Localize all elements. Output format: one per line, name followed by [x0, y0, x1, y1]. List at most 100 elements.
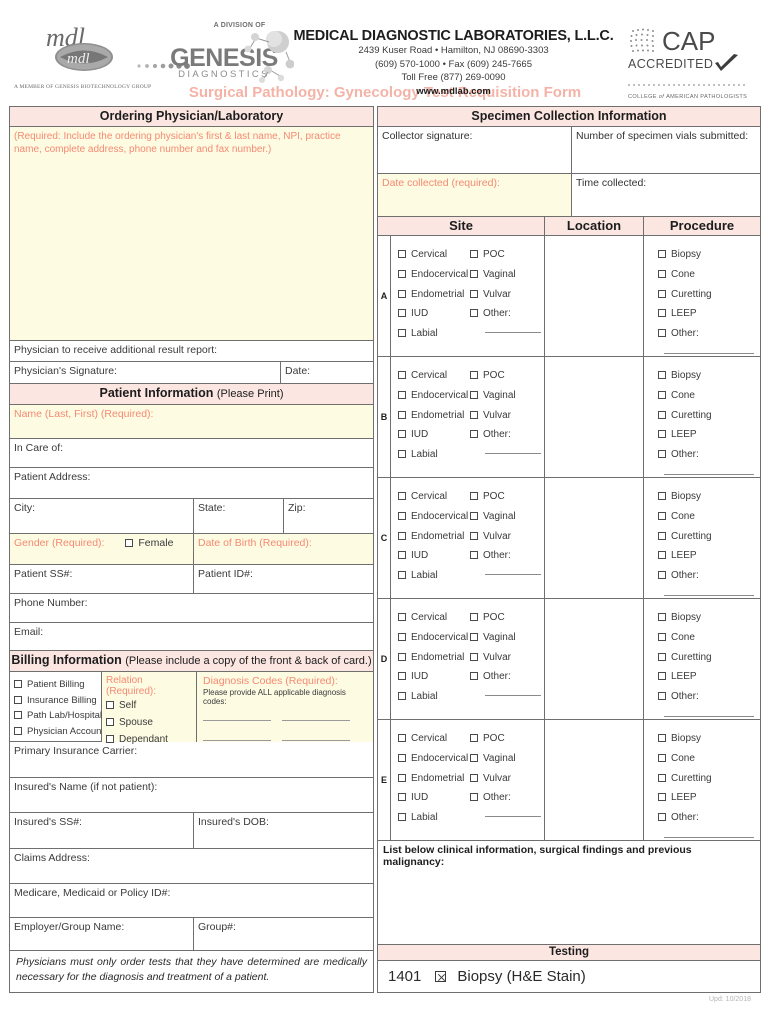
checkbox-icon[interactable] [14, 680, 22, 688]
checkbox-icon[interactable] [125, 539, 134, 547]
checkbox-icon[interactable] [398, 652, 406, 661]
site-option-vaginal[interactable]: Vaginal [470, 749, 544, 769]
procedure-option-leep[interactable]: LEEP [658, 425, 760, 445]
procedure-option-cone[interactable]: Cone [658, 749, 760, 769]
checkbox-icon[interactable] [470, 492, 478, 500]
checkbox-icon[interactable] [658, 692, 666, 701]
in-care-of-field[interactable]: In Care of: [9, 439, 374, 468]
procedure-other-input[interactable] [664, 473, 754, 475]
checkbox-icon[interactable] [470, 371, 478, 379]
location-field[interactable] [545, 357, 644, 478]
site-other-input[interactable] [485, 695, 541, 697]
site-option-other[interactable]: Other: [470, 667, 544, 687]
checkbox-icon[interactable] [398, 571, 406, 580]
site-option-endometrial[interactable]: Endometrial [398, 285, 468, 305]
checkbox-icon[interactable] [398, 692, 406, 701]
site-option-labial[interactable]: Labial [398, 808, 468, 828]
collector-signature-field[interactable]: Collector signature: [377, 127, 572, 174]
procedure-option-other[interactable]: Other: [658, 687, 760, 707]
phone-field[interactable]: Phone Number: [9, 594, 374, 623]
site-option-cervical[interactable]: Cervical [398, 487, 468, 507]
checkbox-icon[interactable] [470, 613, 478, 621]
patient-id-field[interactable]: Patient ID#: [194, 565, 374, 594]
location-field[interactable] [545, 478, 644, 599]
checkbox-icon[interactable] [658, 289, 666, 298]
physician-signature-field[interactable]: Physician's Signature: [9, 362, 281, 384]
site-option-cervical[interactable]: Cervical [398, 245, 468, 265]
checkbox-icon[interactable] [658, 390, 666, 399]
group-number-field[interactable]: Group#: [194, 918, 374, 951]
site-option-cervical[interactable]: Cervical [398, 729, 468, 749]
site-option-cervical[interactable]: Cervical [398, 366, 468, 386]
site-option-other[interactable]: Other: [470, 425, 544, 445]
procedure-option-leep[interactable]: LEEP [658, 788, 760, 808]
additional-report-field[interactable]: Physician to receive additional result r… [9, 341, 374, 362]
checkbox-icon[interactable] [14, 726, 22, 735]
patient-address-field[interactable]: Patient Address: [9, 468, 374, 499]
site-option-poc[interactable]: POC [470, 487, 544, 507]
checkbox-icon[interactable] [398, 773, 406, 782]
site-option-endocervical[interactable]: Endocervical [398, 507, 468, 527]
gender-field[interactable]: Gender (Required): Female [9, 534, 194, 565]
patient-ss-field[interactable]: Patient SS#: [9, 565, 194, 594]
time-collected-field[interactable]: Time collected: [572, 174, 761, 217]
procedure-option-biopsy[interactable]: Biopsy [658, 245, 760, 265]
checkbox-icon[interactable] [470, 511, 478, 520]
procedure-option-cone[interactable]: Cone [658, 265, 760, 285]
procedure-option-other[interactable]: Other: [658, 324, 760, 344]
email-field[interactable]: Email: [9, 623, 374, 651]
site-option-endometrial[interactable]: Endometrial [398, 527, 468, 547]
billing-option-insurance[interactable]: Insurance Billing [14, 693, 97, 709]
procedure-option-curetting[interactable]: Curetting [658, 527, 760, 547]
checkbox-icon[interactable] [398, 613, 406, 621]
signature-date-field[interactable]: Date: [281, 362, 374, 384]
checkbox-icon[interactable] [658, 734, 666, 742]
checkbox-icon[interactable] [658, 371, 666, 379]
patient-name-field[interactable]: Name (Last, First) (Required): [9, 405, 374, 439]
checkbox-icon[interactable] [658, 250, 666, 258]
site-other-input[interactable] [485, 574, 541, 576]
checkbox-icon[interactable] [398, 250, 406, 258]
primary-insurance-field[interactable]: Primary Insurance Carrier: [9, 742, 374, 778]
procedure-option-biopsy[interactable]: Biopsy [658, 366, 760, 386]
checkbox-icon[interactable] [658, 329, 666, 338]
site-option-iud[interactable]: IUD [398, 788, 468, 808]
procedure-option-other[interactable]: Other: [658, 445, 760, 465]
checkbox-icon[interactable] [658, 571, 666, 580]
procedure-option-curetting[interactable]: Curetting [658, 285, 760, 305]
insured-dob-field[interactable]: Insured's DOB: [194, 813, 374, 849]
site-option-other[interactable]: Other: [470, 546, 544, 566]
site-option-other[interactable]: Other: [470, 304, 544, 324]
site-option-vaginal[interactable]: Vaginal [470, 265, 544, 285]
location-field[interactable] [545, 236, 644, 357]
checkbox-icon[interactable] [658, 511, 666, 520]
site-option-labial[interactable]: Labial [398, 687, 468, 707]
checkbox-icon[interactable] [398, 632, 406, 641]
checkbox-icon[interactable] [398, 269, 406, 278]
checkbox-icon[interactable] [658, 450, 666, 459]
site-option-vulvar[interactable]: Vulvar [470, 406, 544, 426]
procedure-option-leep[interactable]: LEEP [658, 304, 760, 324]
site-option-poc[interactable]: POC [470, 729, 544, 749]
checkbox-icon[interactable] [106, 718, 114, 726]
site-option-endometrial[interactable]: Endometrial [398, 648, 468, 668]
checkbox-icon[interactable] [398, 511, 406, 520]
checkbox-icon[interactable] [398, 329, 406, 338]
site-other-input[interactable] [485, 816, 541, 818]
site-option-vaginal[interactable]: Vaginal [470, 386, 544, 406]
dob-field[interactable]: Date of Birth (Required): [194, 534, 374, 565]
checkbox-icon[interactable] [470, 250, 478, 258]
checkbox-icon[interactable] [398, 551, 406, 560]
procedure-option-cone[interactable]: Cone [658, 507, 760, 527]
checkbox-icon[interactable] [658, 813, 666, 822]
site-option-endocervical[interactable]: Endocervical [398, 749, 468, 769]
checkbox-icon[interactable] [470, 551, 478, 560]
checkbox-icon[interactable] [398, 734, 406, 742]
checkbox-icon[interactable] [658, 753, 666, 762]
checkbox-checked-icon[interactable] [435, 971, 447, 982]
site-option-iud[interactable]: IUD [398, 667, 468, 687]
checkbox-icon[interactable] [470, 430, 478, 439]
zip-field[interactable]: Zip: [284, 499, 374, 534]
site-option-endocervical[interactable]: Endocervical [398, 628, 468, 648]
checkbox-icon[interactable] [658, 309, 666, 318]
